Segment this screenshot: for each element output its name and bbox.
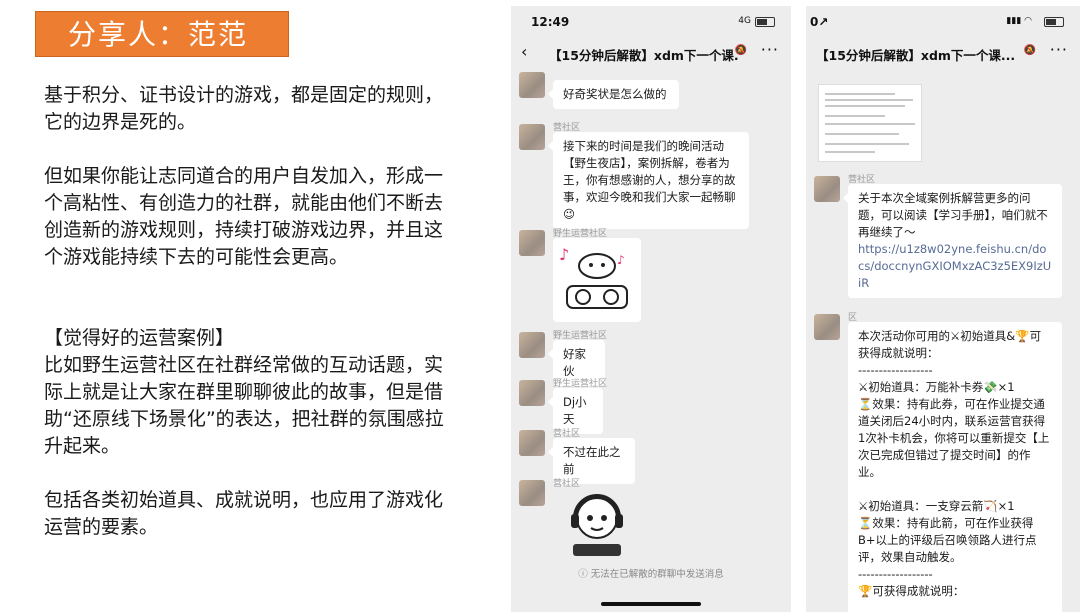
document-thumbnail[interactable] bbox=[818, 84, 922, 162]
avatar[interactable] bbox=[519, 380, 545, 406]
more-icon[interactable]: ··· bbox=[1050, 40, 1068, 59]
avatar[interactable] bbox=[519, 124, 545, 150]
dj-sticker[interactable]: ♪ ♪ bbox=[553, 238, 641, 322]
handbook-link[interactable]: https://u1z8w02yne.feishu.cn/docs/doccny… bbox=[858, 242, 1051, 290]
avatar[interactable] bbox=[519, 480, 545, 506]
back-icon[interactable]: ‹ bbox=[521, 42, 527, 61]
avatar[interactable] bbox=[519, 230, 545, 256]
message-line: ⚔初始道具：一支穿云箭🏹×1 bbox=[858, 499, 1015, 513]
status-bar: 0↗ ▮▮▮ ◠ bbox=[806, 6, 1080, 38]
message-line: 🏆可获得成就说明： bbox=[858, 584, 965, 598]
chat-screenshot-1: 12:49 4G ‹ 【15分钟后解散】xdm下一个课... 🔕 ··· 好奇奖… bbox=[511, 6, 791, 612]
message-line: ⚔初始道具：万能补卡券💸×1 bbox=[858, 380, 1015, 394]
message-text: 关于本次全域案例拆解营更多的问题，可以阅读【学习手册】，咱们就不再继续了～ bbox=[858, 191, 1048, 239]
avatar[interactable] bbox=[519, 332, 545, 358]
slide-paragraph-3: 比如野生运营社区在社群经常做的互动话题，实际上就是让大家在群里聊聊彼此的故事，但… bbox=[44, 354, 444, 457]
avatar[interactable] bbox=[519, 72, 545, 98]
divider-line: ------------------ bbox=[858, 567, 933, 581]
case-heading: 【觉得好的运营案例】 bbox=[44, 327, 235, 349]
message-bubble[interactable]: 关于本次全域案例拆解营更多的问题，可以阅读【学习手册】，咱们就不再继续了～ ht… bbox=[843, 184, 1062, 298]
svg-text:♪: ♪ bbox=[617, 253, 625, 267]
message-line: 本次活动你可用的⚔初始道具&🏆可获得成就说明： bbox=[858, 329, 1042, 360]
home-indicator[interactable] bbox=[601, 602, 701, 606]
message-bubble[interactable]: 好奇奖状是怎么做的 bbox=[548, 80, 679, 109]
svg-text:♪: ♪ bbox=[559, 245, 569, 264]
chat-screenshot-2: 0↗ ▮▮▮ ◠ 【15分钟后解散】xdm下一个课... 🔕 ··· 营社区 关… bbox=[806, 6, 1080, 612]
info-icon: ⓘ bbox=[578, 569, 591, 580]
status-time: 12:49 bbox=[531, 15, 570, 29]
slide-paragraph-2: 但如果你能让志同道合的用户自发加入，形成一个高粘性、有创造力的社群，就能由他们不… bbox=[44, 165, 444, 268]
slide-paragraph-1: 基于积分、证书设计的游戏，都是固定的规则，它的边界是死的。 bbox=[44, 84, 444, 133]
slide-body: 基于积分、证书设计的游戏，都是固定的规则，它的边界是死的。 但如果你能让志同道合… bbox=[44, 82, 444, 541]
signal-icon: ▮▮▮ ◠ bbox=[1006, 16, 1032, 26]
message-line: ⏳效果：持有此券，可在作业提交通道关闭后24小时内，联系运营官获得1次补卡机会，… bbox=[858, 397, 1050, 479]
signal-indicator: 4G bbox=[738, 16, 751, 26]
message-line: ⏳效果：持有此箭，可在作业获得B+以上的评级后召唤领路人进行点评，效果自动触发。 bbox=[858, 516, 1037, 564]
headphone-sticker[interactable] bbox=[553, 488, 641, 560]
more-icon[interactable]: ··· bbox=[761, 40, 779, 59]
sharer-label: 分享人：范范 bbox=[35, 11, 289, 57]
chat-title: 【15分钟后解散】xdm下一个课... bbox=[816, 48, 1016, 63]
chat-header: 【15分钟后解散】xdm下一个课... 🔕 ··· bbox=[806, 38, 1080, 68]
battery-icon bbox=[1044, 17, 1064, 27]
mute-icon: 🔕 bbox=[1023, 45, 1036, 56]
battery-icon bbox=[755, 17, 775, 27]
divider-line: ------------------ bbox=[858, 363, 933, 377]
slide-paragraph-4: 包括各类初始道具、成就说明，也应用了游戏化运营的要素。 bbox=[44, 489, 444, 538]
status-time: 0↗ bbox=[810, 15, 829, 29]
chat-header: ‹ 【15分钟后解散】xdm下一个课... 🔕 ··· bbox=[511, 38, 791, 68]
avatar[interactable] bbox=[814, 314, 840, 340]
message-bubble[interactable]: 本次活动你可用的⚔初始道具&🏆可获得成就说明： ----------------… bbox=[848, 322, 1062, 612]
status-bar: 12:49 4G bbox=[511, 6, 791, 38]
message-bubble[interactable]: 接下来的时间是我们的晚间活动【野生夜店】，案例拆解，卷者为王，你有想感谢的人，想… bbox=[548, 132, 749, 229]
avatar[interactable] bbox=[519, 430, 545, 456]
disbanded-notice: ⓘ 无法在已解散的群聊中发送消息 bbox=[578, 569, 724, 580]
headphone-sticker-icon bbox=[571, 494, 623, 556]
mute-icon: 🔕 bbox=[734, 45, 747, 56]
avatar[interactable] bbox=[814, 176, 840, 202]
chat-title: 【15分钟后解散】xdm下一个课... bbox=[549, 48, 739, 63]
dj-sticker-icon: ♪ ♪ bbox=[559, 245, 628, 309]
